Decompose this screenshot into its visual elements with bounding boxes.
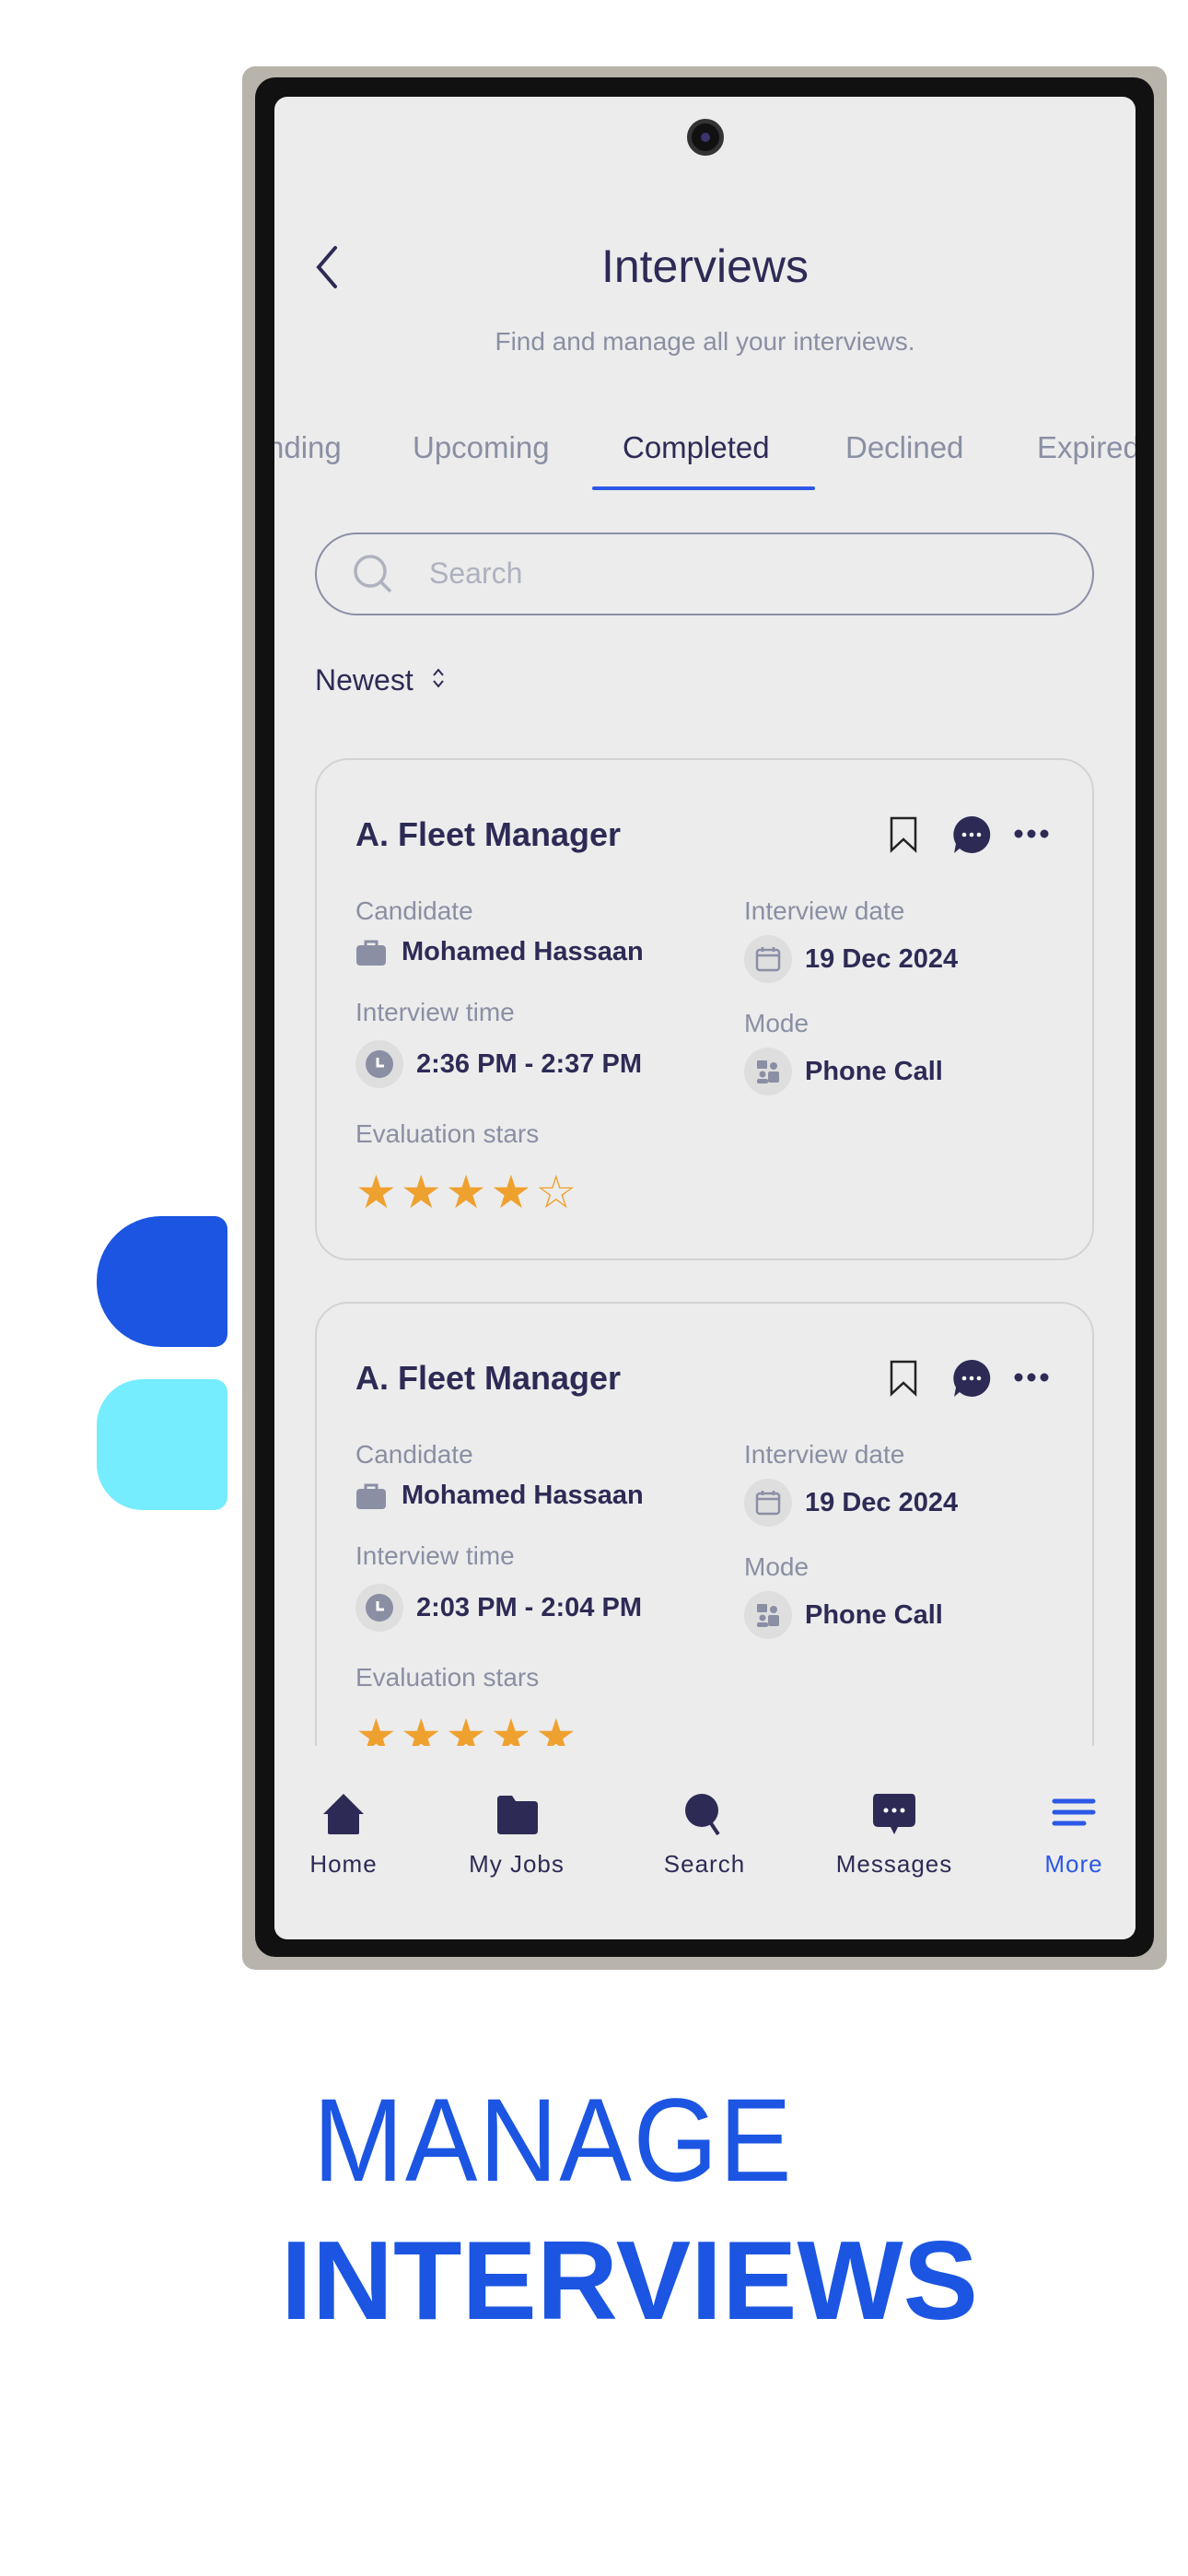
interview-date: 19 Dec 2024 (805, 943, 959, 974)
mode-label: Mode (744, 1009, 809, 1037)
chat-icon[interactable] (950, 1357, 993, 1399)
nav-my-jobs-label: My Jobs (469, 1850, 565, 1878)
date-label: Interview date (744, 1440, 905, 1469)
candidate-row: Mohamed Hassaan (355, 937, 644, 967)
decor-cyan-shape (97, 1379, 227, 1510)
clock-icon (355, 1040, 403, 1088)
more-options-icon[interactable] (1013, 1368, 1050, 1387)
mode-row: Phone Call (744, 1048, 943, 1095)
nav-messages[interactable]: Messages (825, 1792, 963, 1879)
folder-icon (497, 1796, 538, 1834)
stars-label: Evaluation stars (355, 1663, 540, 1692)
meeting-icon (744, 1048, 792, 1095)
interview-time: 2:03 PM - 2:04 PM (416, 1592, 642, 1622)
meeting-icon (744, 1591, 792, 1639)
interview-time: 2:36 PM - 2:37 PM (416, 1048, 642, 1079)
menu-icon (1052, 1798, 1096, 1826)
date-label: Interview date (744, 896, 905, 925)
nav-home[interactable]: Home (274, 1792, 413, 1879)
time-label: Interview time (355, 998, 515, 1026)
interview-date: 19 Dec 2024 (805, 1487, 959, 1517)
briefcase-icon (356, 940, 386, 966)
tab-expired[interactable]: Expired (1037, 430, 1136, 465)
interview-card[interactable]: A. Fleet Manager Candidate Mohamed Hassa… (315, 1302, 1094, 1804)
active-tab-indicator (592, 486, 815, 490)
clock-icon (355, 1584, 403, 1632)
time-label: Interview time (355, 1541, 515, 1570)
nav-home-label: Home (309, 1850, 378, 1878)
promo-heading-line1: MANAGE (313, 2075, 794, 2207)
candidate-label: Candidate (355, 896, 473, 925)
interview-mode: Phone Call (805, 1056, 943, 1086)
calendar-icon (744, 1479, 792, 1527)
chat-icon[interactable] (950, 814, 993, 856)
job-title: A. Fleet Manager (355, 815, 622, 853)
job-title: A. Fleet Manager (355, 1359, 622, 1397)
search-placeholder: Search (429, 556, 523, 590)
star-filled-icon: ★ (400, 1166, 446, 1218)
search-icon (685, 1794, 720, 1836)
tab-declined[interactable]: Declined (845, 430, 963, 465)
star-filled-icon: ★ (445, 1166, 491, 1218)
tab-pending[interactable]: nding (274, 430, 342, 465)
page-subtitle: Find and manage all your interviews. (495, 327, 915, 356)
mode-row: Phone Call (744, 1591, 943, 1639)
nav-messages-label: Messages (835, 1850, 953, 1878)
candidate-name: Mohamed Hassaan (402, 937, 644, 966)
interview-mode: Phone Call (805, 1599, 943, 1630)
star-filled-icon: ★ (490, 1166, 536, 1218)
bottom-nav: Home My Jobs Search Messages More (274, 1746, 1136, 1939)
promo-heading-line2: INTERVIEWS (281, 2218, 978, 2343)
star-empty-icon: ☆ (535, 1166, 581, 1218)
briefcase-icon (356, 1483, 386, 1509)
search-icon (354, 555, 392, 593)
sort-chevrons-icon (432, 668, 444, 688)
tab-upcoming[interactable]: Upcoming (413, 430, 550, 465)
nav-search[interactable]: Search (635, 1792, 774, 1879)
more-options-icon[interactable] (1013, 825, 1050, 843)
calendar-icon (744, 935, 792, 983)
evaluation-stars: ★★★★☆ (355, 1165, 580, 1219)
star-filled-icon: ★ (355, 1166, 401, 1218)
candidate-row: Mohamed Hassaan (355, 1481, 644, 1511)
stars-label: Evaluation stars (355, 1119, 540, 1148)
mode-label: Mode (744, 1552, 809, 1581)
search-input[interactable]: Search (315, 533, 1094, 615)
page-title: Interviews (600, 240, 809, 292)
bookmark-icon[interactable] (888, 815, 919, 854)
nav-more[interactable]: More (1005, 1792, 1136, 1879)
candidate-name: Mohamed Hassaan (402, 1481, 644, 1510)
bookmark-icon[interactable] (888, 1359, 919, 1398)
home-icon (323, 1794, 364, 1834)
candidate-label: Candidate (355, 1440, 473, 1469)
sort-dropdown[interactable]: Newest (315, 663, 448, 697)
nav-search-label: Search (663, 1850, 746, 1878)
camera (687, 119, 724, 156)
date-row: 19 Dec 2024 (744, 935, 958, 983)
time-row: 2:36 PM - 2:37 PM (355, 1040, 642, 1088)
interview-card[interactable]: A. Fleet Manager Candidate Mohamed Hassa… (315, 758, 1094, 1260)
nav-more-label: More (1044, 1850, 1103, 1878)
message-icon (873, 1794, 915, 1834)
app-screen: Interviews Find and manage all your inte… (274, 97, 1136, 1939)
sort-label: Newest (315, 663, 413, 697)
time-row: 2:03 PM - 2:04 PM (355, 1584, 642, 1632)
decor-blue-shape (97, 1216, 227, 1347)
date-row: 19 Dec 2024 (744, 1479, 958, 1527)
nav-my-jobs[interactable]: My Jobs (448, 1792, 586, 1879)
tab-completed[interactable]: Completed (623, 430, 770, 465)
